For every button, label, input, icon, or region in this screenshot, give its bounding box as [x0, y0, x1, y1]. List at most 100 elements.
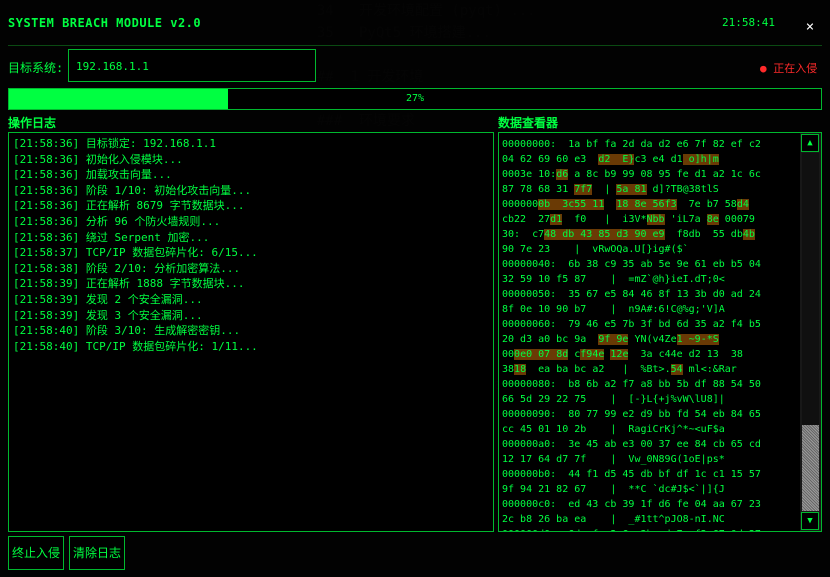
log-line: [21:58:36] 绕过 Serpent 加密... — [13, 230, 210, 244]
log-line: [21:58:38] 阶段 2/10: 分析加密算法... — [13, 261, 241, 275]
hex-panel-title: 数据查看器 — [498, 116, 559, 130]
hex-scrollbar[interactable]: ▲ ▼ — [800, 133, 821, 531]
scroll-thumb[interactable] — [802, 425, 819, 511]
hex-row: 12 17 64 d7 7f | Vw_0N89G(1oE|ps* — [502, 452, 795, 467]
hex-text: 00000040: 6b 38 c9 35 ab 5e 9e 61 eb b5 … — [502, 259, 761, 270]
hex-text: 20 d3 a0 bc 9a — [502, 334, 599, 345]
hex-text: 000000c0: ed 43 cb 39 1f d6 fe 04 aa 67 … — [502, 499, 761, 510]
hex-highlight: d6 — [556, 169, 569, 180]
log-panel[interactable]: [21:58:36] 目标锁定: 192.168.1.1 [21:58:36] 初… — [8, 132, 494, 532]
hex-row: 000000b0: 44 f1 d5 45 db bf df 1c c1 15 … — [502, 467, 795, 482]
hex-text: YN(v4Ze — [628, 334, 677, 345]
breach-window: SYSTEM BREACH MODULE v2.0 21:58:41 × 目标系… — [0, 0, 830, 577]
log-panel-title: 操作日志 — [8, 116, 57, 130]
hex-row: 00000090: 80 77 99 e2 d9 bb fd 54 eb 84 … — [502, 407, 795, 422]
hex-text: 04 62 69 60 e3 — [502, 154, 599, 165]
hex-highlight: 12e — [610, 349, 629, 360]
log-line: [21:58:36] 初始化入侵模块... — [13, 152, 183, 166]
hex-row: 04 62 69 60 e3 d2 E}c3 e4 d1 o]h|m — [502, 152, 795, 167]
hex-text: 8f 0e 10 90 b7 | n9A#:6!C@%g;'V]A — [502, 304, 725, 315]
hex-row: 87 78 68 31 7f7 | 5a 81 d]?TB@38tlS — [502, 182, 795, 197]
log-line: [21:58:36] 目标锁定: 192.168.1.1 — [13, 137, 216, 150]
hex-row: 2c b8 26 ba ea | _#1tt^pJO8-nI.NC — [502, 512, 795, 527]
hex-text: 30: c7 — [502, 229, 545, 240]
clear-log-button[interactable]: 清除日志 — [69, 536, 125, 570]
hex-row: 90 7e 23 | vRwOQa.U[}ig#($` — [502, 242, 795, 257]
hex-row: 9f 94 21 82 67 | **C `dc#J$<`|]{J — [502, 482, 795, 497]
hex-row: 0000000b 3c55 11 18 8e 56f3 7e b7 58d4 — [502, 197, 795, 212]
hex-text: 00000050: 35 67 e5 84 46 8f 13 3b d0 ad … — [502, 289, 761, 300]
hex-highlight: d2 E} — [598, 154, 635, 165]
hex-text: cb22 27 — [502, 214, 551, 225]
clock: 21:58:41 — [722, 16, 775, 29]
hex-row: 66 5d 29 22 75 | [-}L{+j%vW\lU8]| — [502, 392, 795, 407]
hex-row: 3818 ea ba bc a2 | %Bt>.54 ml<:&Rar — [502, 362, 795, 377]
hex-row: cc 45 01 10 2b | RagiCrKj^*~<uF$a — [502, 422, 795, 437]
hex-text: 7e b7 58 — [676, 199, 737, 210]
scroll-up-icon[interactable]: ▲ — [801, 134, 819, 152]
hex-row: 32 59 10 f5 87 | =mZ`@h}ieI.dT;0< — [502, 272, 795, 287]
hex-highlight: 9f 9e — [598, 334, 629, 345]
hex-row: 8f 0e 10 90 b7 | n9A#:6!C@%g;'V]A — [502, 302, 795, 317]
log-line: [21:58:39] 发现 2 个安全漏洞... — [13, 292, 203, 306]
hex-highlight: 0b 3c55 11 — [538, 199, 605, 210]
hex-highlight: 7f7 — [574, 184, 593, 195]
scroll-track[interactable] — [802, 153, 819, 511]
hex-row: 000e0 07 8d cf94e 12e 3a c44e d2 13 38 — [502, 347, 795, 362]
stop-breach-button[interactable]: 终止入侵 — [8, 536, 64, 570]
hex-row: 00000050: 35 67 e5 84 46 8f 13 3b d0 ad … — [502, 287, 795, 302]
hex-text: 000000 — [502, 199, 539, 210]
log-line: [21:58:39] 发现 3 个安全漏洞... — [13, 308, 203, 322]
hex-highlight: 4b — [742, 229, 755, 240]
hex-text — [604, 199, 616, 210]
hex-text: 12 17 64 d7 7f | Vw_0N89G(1oE|ps* — [502, 454, 725, 465]
hex-text: 2c b8 26 ba ea | _#1tt^pJO8-nI.NC — [502, 514, 725, 525]
log-line: [21:58:37] TCP/IP 数据包碎片化: 6/15... — [13, 246, 258, 260]
hex-highlight: 5a 81 — [616, 184, 647, 195]
hex-viewer[interactable]: 00000000: 1a bf fa 2d da d2 e6 7f 82 ef … — [498, 132, 822, 532]
hex-text: 00000000: — [502, 139, 569, 150]
hex-text: 00000060: 79 46 e5 7b 3f bd 6d 35 a2 f4 … — [502, 319, 761, 330]
log-line: [21:58:40] 阶段 3/10: 生成解密密钥... — [13, 324, 241, 338]
hex-highlight: Nbb — [646, 214, 665, 225]
hex-highlight: f94e — [580, 349, 605, 360]
hex-text: 00 — [502, 349, 515, 360]
log-line: [21:58:39] 正在解析 1888 字节数据块... — [13, 277, 245, 291]
hex-highlight: 1 ~9-*S — [676, 334, 719, 345]
hex-highlight: 48 db 43 85 d3 90 e9 — [544, 229, 665, 240]
hex-text: 00000080: b8 6b a2 f7 a8 bb 5b df 88 54 … — [502, 379, 761, 390]
hex-text: 'iL7a — [664, 214, 707, 225]
hex-text: 3a c44e d2 13 38 — [628, 349, 743, 360]
hex-text: 000000d0: 6d ef e2 6c 3b cd 7a f2 67 0d … — [502, 529, 761, 531]
hex-text: 32 59 10 f5 87 | =mZ`@h}ieI.dT;0< — [502, 274, 725, 285]
hex-text: d]?TB@38tlS — [646, 184, 719, 195]
status-indicator: ● 正在入侵 — [760, 62, 818, 75]
hex-text: ml<:&Rar — [682, 364, 737, 375]
hex-text: cc 45 01 10 2b | RagiCrKj^*~<uF$a — [502, 424, 725, 435]
target-input[interactable]: 192.168.1.1 — [68, 49, 316, 82]
header-divider — [8, 45, 822, 46]
log-line: [21:58:36] 加载攻击向量... — [13, 168, 172, 182]
hex-row: 000000a0: 3e 45 ab e3 00 37 ee 84 cb 65 … — [502, 437, 795, 452]
hex-row: 000000c0: ed 43 cb 39 1f d6 fe 04 aa 67 … — [502, 497, 795, 512]
close-icon[interactable]: × — [802, 18, 818, 36]
log-line: [21:58:40] TCP/IP 数据包碎片化: 1/11... — [13, 339, 258, 353]
app-title: SYSTEM BREACH MODULE v2.0 — [8, 16, 202, 30]
hex-text: | — [592, 184, 617, 195]
hex-text: f0 | i3V* — [562, 214, 647, 225]
log-line: [21:58:36] 阶段 1/10: 初始化攻击向量... — [13, 183, 252, 197]
hex-text: 000000b0: 44 f1 d5 45 db bf df 1c c1 15 … — [502, 469, 761, 480]
hex-text: 1a bf fa 2d da d2 e6 7f 82 ef c2 — [568, 139, 761, 150]
hex-row: 00000000: 1a bf fa 2d da d2 e6 7f 82 ef … — [502, 137, 795, 152]
hex-row: 00000040: 6b 38 c9 35 ab 5e 9e 61 eb b5 … — [502, 257, 795, 272]
hex-row: 0003e 10:d6 a 8c b9 99 08 95 fe d1 a2 1c… — [502, 167, 795, 182]
progress-bar: 27% — [8, 88, 822, 110]
log-line: [21:58:36] 正在解析 8679 字节数据块... — [13, 199, 245, 213]
progress-label: 27% — [405, 93, 425, 104]
hex-row: 30: c748 db 43 85 d3 90 e9 f8db 55 db4b — [502, 227, 795, 242]
scroll-down-icon[interactable]: ▼ — [801, 512, 819, 530]
hex-highlight: d4 — [736, 199, 749, 210]
hex-highlight: 18 — [514, 364, 527, 375]
hex-text: 00000090: 80 77 99 e2 d9 bb fd 54 eb 84 … — [502, 409, 761, 420]
hex-text: f8db 55 db — [664, 229, 743, 240]
